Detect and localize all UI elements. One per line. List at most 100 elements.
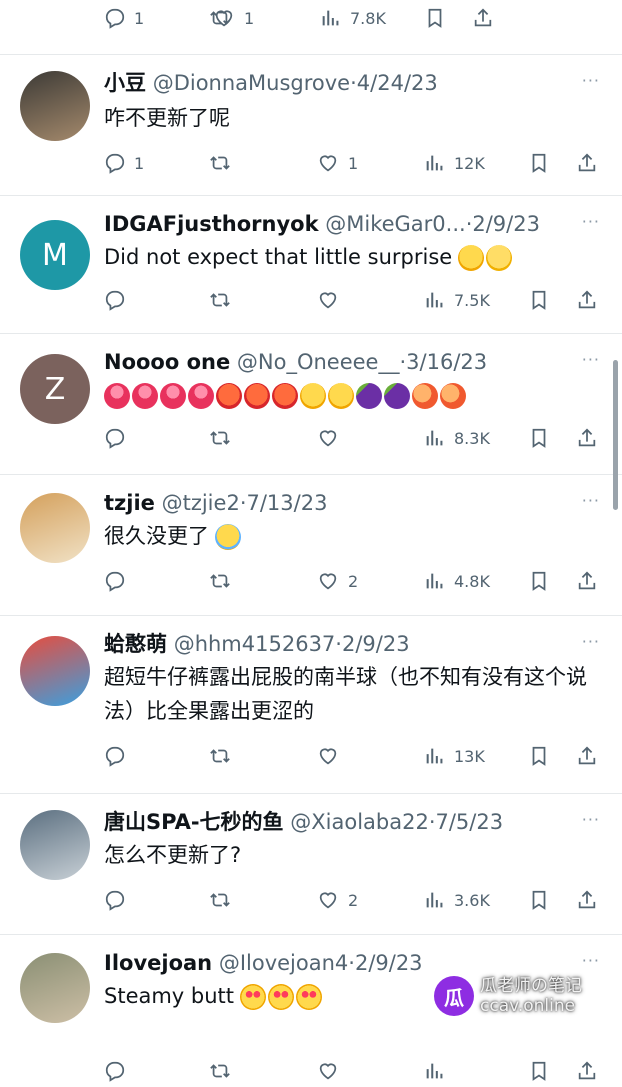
tweet-date[interactable]: 2/9/23 [342, 632, 410, 656]
display-name[interactable]: 唐山SPA-七秒的鱼 [104, 810, 284, 834]
like-button[interactable]: 2 [316, 565, 358, 597]
user-handle[interactable]: @MikeGar0... [325, 212, 465, 236]
retweet-button[interactable] [208, 565, 232, 597]
views-button[interactable]: 13K [424, 740, 485, 772]
like-button[interactable] [316, 740, 340, 772]
display-name[interactable]: tzjie [104, 491, 155, 515]
more-options-icon[interactable]: ··· [582, 350, 600, 369]
reply-button[interactable] [104, 565, 126, 597]
views-button[interactable]: 7.5K [424, 284, 490, 316]
more-options-icon[interactable]: ··· [582, 951, 600, 970]
tweet-date[interactable]: 4/24/23 [357, 71, 438, 95]
more-options-icon[interactable]: ··· [582, 71, 600, 90]
shushing-face-emoji-icon [486, 245, 513, 271]
more-options-icon[interactable]: ··· [582, 632, 600, 651]
reply-button[interactable] [104, 740, 126, 772]
like-count: 2 [348, 890, 359, 910]
like-button[interactable] [316, 422, 340, 454]
views-button[interactable]: 12K [424, 147, 485, 179]
bookmark-button[interactable] [528, 740, 550, 772]
display-name[interactable]: Noooo one [104, 350, 230, 374]
reply-button[interactable] [104, 1055, 126, 1087]
avatar[interactable]: Z [20, 354, 90, 424]
share-icon [576, 151, 598, 175]
share-button[interactable] [576, 1055, 598, 1087]
more-options-icon[interactable]: ··· [582, 491, 600, 510]
avatar[interactable] [20, 636, 90, 706]
views-icon [424, 152, 446, 174]
reply-button[interactable]: 1 [104, 2, 144, 34]
display-name[interactable]: 小豆 [104, 71, 146, 95]
bookmark-button[interactable] [424, 2, 446, 34]
views-button[interactable]: 8.3K [424, 422, 490, 454]
bookmark-button[interactable] [528, 1055, 550, 1087]
share-button[interactable] [576, 147, 598, 179]
retweet-button[interactable] [208, 284, 232, 316]
tweet-date[interactable]: 3/16/23 [406, 350, 487, 374]
share-button[interactable] [576, 284, 598, 316]
user-handle[interactable]: @Xiaolaba22 [290, 810, 429, 834]
retweet-button[interactable] [208, 147, 232, 179]
retweet-button[interactable] [208, 1055, 232, 1087]
retweet-button[interactable] [208, 884, 232, 916]
avatar[interactable] [20, 810, 90, 880]
tweet-header: IDGAFjusthornyok @MikeGar0...·2/9/23 [104, 210, 540, 238]
more-options-icon[interactable]: ··· [582, 810, 600, 829]
avatar[interactable]: M [20, 220, 90, 290]
views-button[interactable] [424, 1055, 446, 1087]
avatar[interactable] [20, 493, 90, 563]
display-name[interactable]: IDGAFjusthornyok [104, 212, 319, 236]
bookmark-button[interactable] [528, 422, 550, 454]
watermark-line1: 瓜老师の笔记 [480, 976, 582, 996]
retweet-button[interactable] [208, 422, 232, 454]
reply-icon [104, 570, 126, 592]
share-button[interactable] [576, 422, 598, 454]
reply-icon [104, 289, 126, 311]
bookmark-button[interactable] [528, 284, 550, 316]
emoji-row [458, 245, 513, 271]
reply-button[interactable] [104, 884, 126, 916]
share-button[interactable] [472, 2, 494, 34]
retweet-button[interactable] [208, 740, 232, 772]
share-icon [576, 426, 598, 450]
display-name[interactable]: Ilovejoan [104, 951, 212, 975]
bookmark-button[interactable] [528, 147, 550, 179]
user-handle[interactable]: @No_Oneeee__ [237, 350, 400, 374]
display-name[interactable]: 蛤憨萌 [104, 632, 167, 656]
views-icon [424, 889, 446, 911]
avatar-letter: M [42, 237, 68, 273]
like-button[interactable] [316, 1055, 340, 1087]
avatar[interactable] [20, 71, 90, 141]
reply-button[interactable]: 1 [104, 147, 144, 179]
like-button[interactable]: 1 [212, 2, 254, 34]
avatar[interactable] [20, 953, 90, 1023]
like-button[interactable] [316, 284, 340, 316]
tweet-date[interactable]: 7/13/23 [247, 491, 328, 515]
views-button[interactable]: 3.6K [424, 884, 490, 916]
watermark-logo: 瓜 [434, 976, 474, 1016]
share-button[interactable] [576, 884, 598, 916]
tweet-date[interactable]: 2/9/23 [472, 212, 540, 236]
user-handle[interactable]: @DionnaMusgrove [153, 71, 350, 95]
tweet-date[interactable]: 2/9/23 [355, 951, 423, 975]
tweet-date[interactable]: 7/5/23 [436, 810, 504, 834]
bookmark-button[interactable] [528, 884, 550, 916]
views-button[interactable]: 4.8K [424, 565, 490, 597]
scrollbar[interactable] [613, 360, 618, 510]
views-button[interactable]: 7.8K [320, 2, 386, 34]
tweet-divider [0, 195, 622, 196]
reply-icon [104, 745, 126, 767]
like-button[interactable]: 1 [316, 147, 358, 179]
share-button[interactable] [576, 740, 598, 772]
share-button[interactable] [576, 565, 598, 597]
bookmark-button[interactable] [528, 565, 550, 597]
reply-button[interactable] [104, 422, 126, 454]
tongue-emoji-icon [104, 383, 130, 409]
user-handle[interactable]: @Ilovejoan4 [219, 951, 348, 975]
reply-button[interactable] [104, 284, 126, 316]
like-button[interactable]: 2 [316, 884, 358, 916]
more-options-icon[interactable]: ··· [582, 212, 600, 231]
user-handle[interactable]: @tzjie2 [162, 491, 240, 515]
views-count: 12K [454, 153, 485, 173]
user-handle[interactable]: @hhm4152637 [174, 632, 336, 656]
